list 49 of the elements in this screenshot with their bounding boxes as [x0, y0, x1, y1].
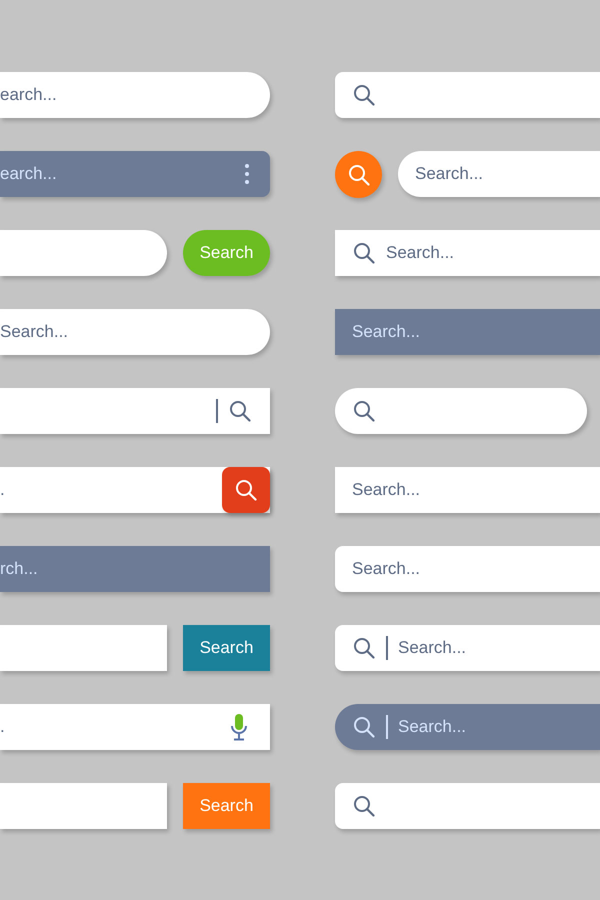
- search-icon: [352, 715, 376, 739]
- microphone-icon[interactable]: [230, 713, 248, 741]
- search-field[interactable]: Search...: [335, 625, 600, 671]
- search-icon: [352, 399, 376, 423]
- search-input[interactable]: Search...: [398, 638, 600, 658]
- search-icon: [346, 162, 370, 186]
- search-input[interactable]: earch...: [0, 85, 252, 105]
- search-input[interactable]: Search...: [386, 243, 600, 263]
- search-input[interactable]: Search...: [0, 322, 252, 342]
- search-icon: [234, 478, 258, 502]
- search-field[interactable]: [0, 388, 270, 434]
- search-input[interactable]: Search...: [352, 480, 600, 500]
- search-field[interactable]: [0, 783, 167, 829]
- search-field[interactable]: Search...: [0, 309, 270, 355]
- search-field[interactable]: Search...: [398, 151, 600, 197]
- search-field[interactable]: .: [0, 467, 270, 513]
- search-field[interactable]: rch...: [0, 546, 270, 592]
- search-field[interactable]: earch...: [0, 72, 270, 118]
- search-field[interactable]: Search...: [335, 704, 600, 750]
- search-input[interactable]: Search...: [352, 559, 600, 579]
- search-icon: [352, 83, 376, 107]
- search-button[interactable]: Search: [183, 230, 270, 276]
- search-input[interactable]: .: [0, 480, 212, 500]
- search-field[interactable]: Search...: [335, 230, 600, 276]
- search-input[interactable]: Search...: [398, 717, 600, 737]
- search-button[interactable]: Search: [183, 783, 270, 829]
- search-field[interactable]: [335, 72, 600, 118]
- search-input[interactable]: Search...: [415, 164, 600, 184]
- search-icon: [352, 794, 376, 818]
- search-input[interactable]: earch...: [0, 164, 234, 184]
- search-field[interactable]: Search...: [335, 546, 600, 592]
- search-field[interactable]: earch...: [0, 151, 270, 197]
- search-input[interactable]: rch...: [0, 559, 252, 579]
- kebab-menu-icon[interactable]: [244, 163, 250, 185]
- search-icon: [228, 399, 252, 423]
- search-field[interactable]: Search...: [335, 467, 600, 513]
- search-icon: [352, 241, 376, 265]
- search-field[interactable]: [0, 625, 167, 671]
- search-input[interactable]: Search...: [352, 322, 600, 342]
- search-field[interactable]: [335, 783, 600, 829]
- search-field[interactable]: Search...: [335, 309, 600, 355]
- search-button[interactable]: [335, 151, 382, 198]
- search-button[interactable]: [222, 467, 270, 513]
- search-button[interactable]: Search: [183, 625, 270, 671]
- search-input[interactable]: .: [0, 717, 220, 737]
- search-field[interactable]: .: [0, 704, 270, 750]
- search-icon: [352, 636, 376, 660]
- search-field[interactable]: [335, 388, 587, 434]
- search-field[interactable]: [0, 230, 167, 276]
